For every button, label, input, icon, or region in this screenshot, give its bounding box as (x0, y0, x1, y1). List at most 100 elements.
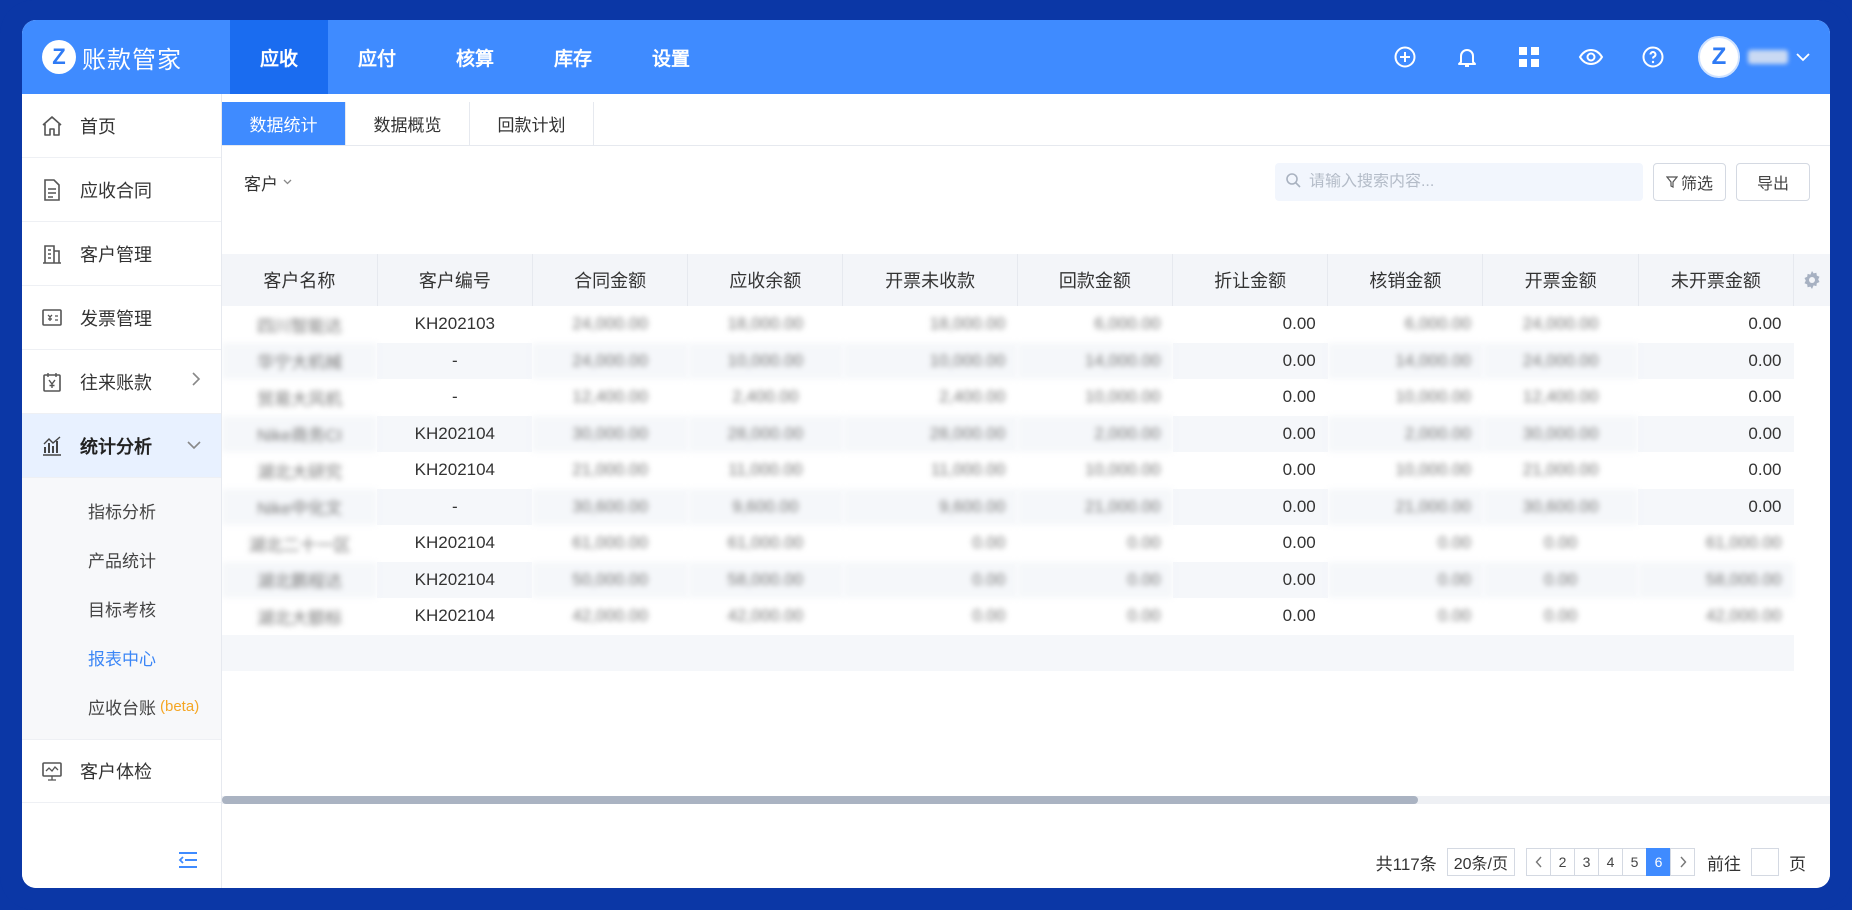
next-page-button[interactable] (1670, 848, 1695, 876)
tab-payment-plan[interactable]: 回款计划 (470, 102, 594, 145)
caret-down-icon (283, 176, 292, 188)
add-icon[interactable] (1374, 20, 1436, 94)
table-cell: 0.00 (1544, 606, 1578, 626)
collapse-menu-icon[interactable] (177, 851, 199, 874)
sidebar-subitem-products[interactable]: 产品统计 (22, 535, 221, 584)
table-row[interactable]: 湖北大额标 KH202104 42,000.00 42,000.00 0.00 0.00 0… (222, 598, 1794, 635)
table-cell: KH202103 (414, 314, 496, 334)
customer-dimension-label: 客户 (244, 174, 278, 194)
nav-inventory[interactable]: 库存 (524, 20, 622, 94)
help-icon[interactable] (1622, 20, 1684, 94)
column-header[interactable]: 应收余额 (687, 254, 844, 306)
page-button[interactable]: 2 (1550, 848, 1575, 876)
filter-icon (1665, 176, 1678, 188)
table-row[interactable]: 华宁大机械 -24,000.00 10,000.00 10,000.00 14,000.… (222, 342, 1794, 379)
chevron-down-icon[interactable] (1796, 49, 1810, 65)
table-cell: 0.00 (1172, 342, 1328, 379)
nav-accounting[interactable]: 核算 (426, 20, 524, 94)
column-header[interactable]: 回款金额 (1017, 254, 1174, 306)
empty-cell (222, 634, 1794, 671)
table-cell: 0.00 (842, 561, 1018, 598)
nav-receivable[interactable]: 应收 (230, 20, 328, 94)
user-name-blurred[interactable] (1748, 50, 1788, 64)
table-cell: 10,000.00 (1395, 460, 1471, 480)
table-row[interactable]: Nike中化文 -30,600.00 9,600.00 9,600.00 21,000.… (222, 488, 1794, 525)
customer-dimension-select[interactable]: 客户 (244, 170, 292, 195)
user-avatar[interactable]: Z (1698, 36, 1740, 78)
chevron-down-icon (187, 437, 201, 455)
table-cell: - (452, 387, 458, 407)
table-cell: 0.00 (972, 533, 1006, 553)
column-header[interactable]: 开票金额 (1482, 254, 1639, 306)
goto-label: 前往 (1707, 854, 1741, 874)
table-cell: 28,000.00 (687, 415, 843, 452)
table-cell: 42,000.00 (1705, 606, 1782, 626)
page-suffix: 页 (1789, 854, 1806, 874)
sidebar-item-invoices[interactable]: 发票管理 (22, 286, 221, 350)
table-cell: 42,000.00 (727, 606, 804, 626)
sidebar-subitem-targets[interactable]: 目标考核 (22, 584, 221, 633)
table-cell: 42,000.00 (572, 606, 648, 626)
column-header[interactable]: 客户名称 (222, 254, 378, 306)
page-button[interactable]: 3 (1574, 848, 1599, 876)
table-cell: 24,000.00 (1522, 314, 1599, 334)
app-logo[interactable]: Z 账款管家 (22, 20, 222, 94)
table-cell: 61,000.00 (727, 533, 804, 553)
column-header[interactable]: 未开票金额 (1638, 254, 1795, 306)
sidebar-item-label: 往来账款 (80, 372, 152, 393)
invoice-icon (40, 306, 64, 330)
sidebar-subitem-ledger[interactable]: 应收台账 (beta) (22, 682, 221, 731)
table-cell: 0.00 (1282, 606, 1316, 626)
search-input[interactable] (1308, 173, 1629, 191)
sidebar-item-checkup[interactable]: 客户体检 (22, 739, 221, 803)
page-size-select[interactable]: 20条/页 (1446, 848, 1515, 876)
table-row[interactable]: 湖北大研究 KH202104 21,000.00 11,000.00 11,000.00… (222, 452, 1794, 489)
table-row[interactable]: Nike商务CI KH202104 30,000.00 28,000.00 28,000… (222, 415, 1794, 452)
table-row[interactable]: 湖北二十一区 KH202104 61,000.00 61,000.00 0.00 0.00… (222, 525, 1794, 562)
nav-payable[interactable]: 应付 (328, 20, 426, 94)
main-content: 数据统计 数据概览 回款计划 客户 筛选 (222, 94, 1830, 888)
bell-icon[interactable] (1436, 20, 1498, 94)
table-row[interactable]: 湖北鹏程达 KH202104 50,000.00 58,000.00 0.00 0.00 0… (222, 561, 1794, 598)
sidebar-item-statistics[interactable]: 统计分析 (22, 414, 221, 478)
export-button[interactable]: 导出 (1736, 163, 1810, 201)
column-header[interactable]: 合同金额 (532, 254, 689, 306)
tab-data-statistics[interactable]: 数据统计 (222, 102, 346, 145)
search-box (1274, 163, 1643, 201)
table-settings-gear-icon[interactable] (1794, 254, 1830, 306)
sidebar-item-receivable-contract[interactable]: 应收合同 (22, 158, 221, 222)
sidebar-item-accounts[interactable]: 往来账款 (22, 350, 221, 414)
table-cell: 10,000.00 (687, 342, 843, 379)
column-header[interactable]: 折让金额 (1172, 254, 1329, 306)
table-row[interactable]: 贸易大风机 - 12,400.00 2,400.00 2,400.00 10,000.00… (222, 379, 1794, 416)
table-cell: 湖北大额标 (257, 608, 343, 628)
sidebar-subitem-indicators[interactable]: 指标分析 (22, 486, 221, 535)
table-cell: 0.00 (1437, 533, 1471, 553)
table-cell: 14,000.00 (1017, 342, 1173, 379)
column-header[interactable]: 客户编号 (377, 254, 533, 306)
sidebar-subitem-reports[interactable]: 报表中心 (22, 633, 221, 682)
scrollbar-thumb[interactable] (222, 796, 1418, 804)
table-cell: 28,000.00 (842, 415, 1018, 452)
horizontal-scrollbar[interactable] (222, 796, 1830, 804)
table-row[interactable]: 四川智能达 KH202103 24,000.00 18,000.00 18,000.00… (222, 306, 1794, 343)
page-button[interactable]: 5 (1622, 848, 1647, 876)
table-cell: 58,000.00 (687, 561, 843, 598)
table-cell: 30,000.00 (532, 415, 688, 452)
tab-data-overview[interactable]: 数据概览 (346, 102, 470, 145)
sidebar-item-customers[interactable]: 客户管理 (22, 222, 221, 286)
page-button-current[interactable]: 6 (1646, 848, 1671, 876)
eye-icon[interactable] (1560, 20, 1622, 94)
empty-table-row (222, 634, 1794, 671)
page-button[interactable]: 4 (1598, 848, 1623, 876)
table-cell: 贸易大风机 (257, 389, 343, 409)
sidebar-item-home[interactable]: 首页 (22, 94, 221, 158)
table-cell: 0.00 (1282, 314, 1316, 334)
column-header[interactable]: 开票未收款 (842, 254, 1018, 306)
apps-grid-icon[interactable] (1498, 20, 1560, 94)
nav-settings[interactable]: 设置 (622, 20, 720, 94)
column-header[interactable]: 核销金额 (1327, 254, 1484, 306)
prev-page-button[interactable] (1526, 848, 1551, 876)
filter-button[interactable]: 筛选 (1652, 163, 1726, 201)
goto-page-input[interactable] (1751, 848, 1779, 876)
